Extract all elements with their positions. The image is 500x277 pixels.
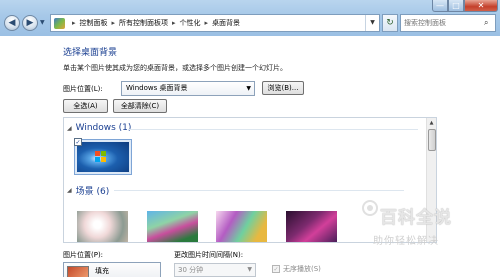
- change-interval-value: 30 分钟: [178, 266, 204, 274]
- search-icon[interactable]: ⌕: [484, 18, 488, 28]
- watermark-logo-icon: [362, 200, 378, 216]
- picture-location-select[interactable]: Windows 桌面背景 ▼: [121, 81, 255, 96]
- checkbox-box[interactable]: ✓: [272, 265, 280, 273]
- group-label: Windows (1): [75, 123, 132, 133]
- search-input[interactable]: [404, 19, 484, 27]
- change-interval-label: 更改图片时间间隔(N):: [174, 251, 244, 259]
- picture-location-value: Windows 桌面背景: [126, 84, 188, 92]
- maximize-button[interactable]: □: [448, 0, 464, 12]
- selection-checkbox[interactable]: ✓: [74, 138, 82, 146]
- search-box[interactable]: ⌕: [400, 14, 496, 32]
- picture-position-select[interactable]: 填充: [63, 262, 161, 277]
- windows-logo-icon: [95, 151, 107, 163]
- address-bar[interactable]: ▸ 控制面板 ▸ 所有控制面板项 ▸ 个性化 ▸ 桌面背景 ▼: [50, 14, 380, 32]
- minimize-button[interactable]: —: [432, 0, 448, 12]
- collapse-icon[interactable]: ◢: [67, 187, 72, 194]
- close-button[interactable]: ✕: [464, 0, 498, 12]
- forward-arrow-icon: ▶: [26, 18, 34, 28]
- group-header-windows[interactable]: ◢ Windows (1): [67, 123, 131, 133]
- breadcrumb-separator-icon[interactable]: ▸: [72, 19, 76, 27]
- watermark-subtitle: 助你轻松解决: [373, 236, 439, 247]
- browse-button[interactable]: 浏览(B)...: [262, 81, 304, 95]
- window-controls: — □ ✕: [432, 0, 498, 12]
- wallpaper-thumbnail-scene-2[interactable]: [147, 211, 198, 242]
- address-dropdown-icon[interactable]: ▼: [365, 15, 379, 31]
- breadcrumb-item-desktop-background[interactable]: 桌面背景: [212, 18, 240, 28]
- chevron-down-icon: ▼: [246, 85, 251, 92]
- recent-pages-dropdown-icon[interactable]: ▼: [40, 19, 45, 26]
- shuffle-checkbox[interactable]: ✓ 无序播放(S): [272, 264, 321, 274]
- position-preview-image: [67, 266, 89, 277]
- wallpaper-thumbnail-scene-1[interactable]: [77, 211, 128, 242]
- group-header-scenes[interactable]: ◢ 场景 (6): [67, 184, 109, 197]
- page-title: 选择桌面背景: [63, 48, 118, 58]
- windows-wallpaper-image: [77, 142, 129, 172]
- wallpaper-thumbnail-scene-4[interactable]: [286, 211, 337, 242]
- title-bar: — □ ✕ ◀ ▶ ▼ ▸ 控制面板 ▸ 所有控制面板项 ▸ 个性化 ▸ 桌面背…: [0, 0, 500, 36]
- picture-location-label: 图片位置(L):: [63, 85, 103, 93]
- breadcrumb-item-control-panel[interactable]: 控制面板: [80, 18, 108, 28]
- shuffle-label: 无序播放(S): [283, 265, 321, 273]
- wallpaper-thumbnail-windows[interactable]: ✓: [74, 138, 132, 175]
- breadcrumb-separator-icon[interactable]: ▸: [112, 19, 116, 27]
- control-panel-icon: [54, 17, 65, 29]
- watermark-title: 百科全说: [380, 208, 452, 228]
- forward-button[interactable]: ▶: [22, 15, 38, 31]
- refresh-button[interactable]: ↻: [382, 14, 398, 32]
- clear-all-button[interactable]: 全部清除(C): [113, 99, 167, 113]
- group-label: 场景 (6): [75, 187, 110, 197]
- breadcrumb-separator-icon[interactable]: ▸: [205, 19, 209, 27]
- back-arrow-icon: ◀: [8, 18, 16, 28]
- scrollbar-thumb[interactable]: [428, 129, 436, 151]
- divider-line: [128, 129, 418, 130]
- breadcrumb-separator-icon[interactable]: ▸: [172, 19, 176, 27]
- picture-position-label: 图片位置(P):: [63, 251, 104, 259]
- back-button[interactable]: ◀: [4, 15, 20, 31]
- change-interval-select[interactable]: 30 分钟 ▼: [174, 263, 256, 277]
- refresh-icon: ↻: [386, 18, 394, 28]
- wallpaper-thumbnail-scene-3[interactable]: [216, 211, 267, 242]
- select-all-button[interactable]: 全选(A): [63, 99, 108, 113]
- divider-line: [114, 190, 404, 191]
- scroll-up-icon[interactable]: ▲: [427, 118, 436, 128]
- page-description: 单击某个图片使其成为您的桌面背景，或选择多个图片创建一个幻灯片。: [63, 64, 287, 72]
- breadcrumb-item-personalization[interactable]: 个性化: [180, 18, 201, 28]
- picture-position-value: 填充: [95, 267, 109, 275]
- chevron-down-icon: ▼: [247, 266, 252, 273]
- breadcrumb-item-all-items[interactable]: 所有控制面板项: [119, 18, 168, 28]
- collapse-icon[interactable]: ◢: [67, 125, 72, 132]
